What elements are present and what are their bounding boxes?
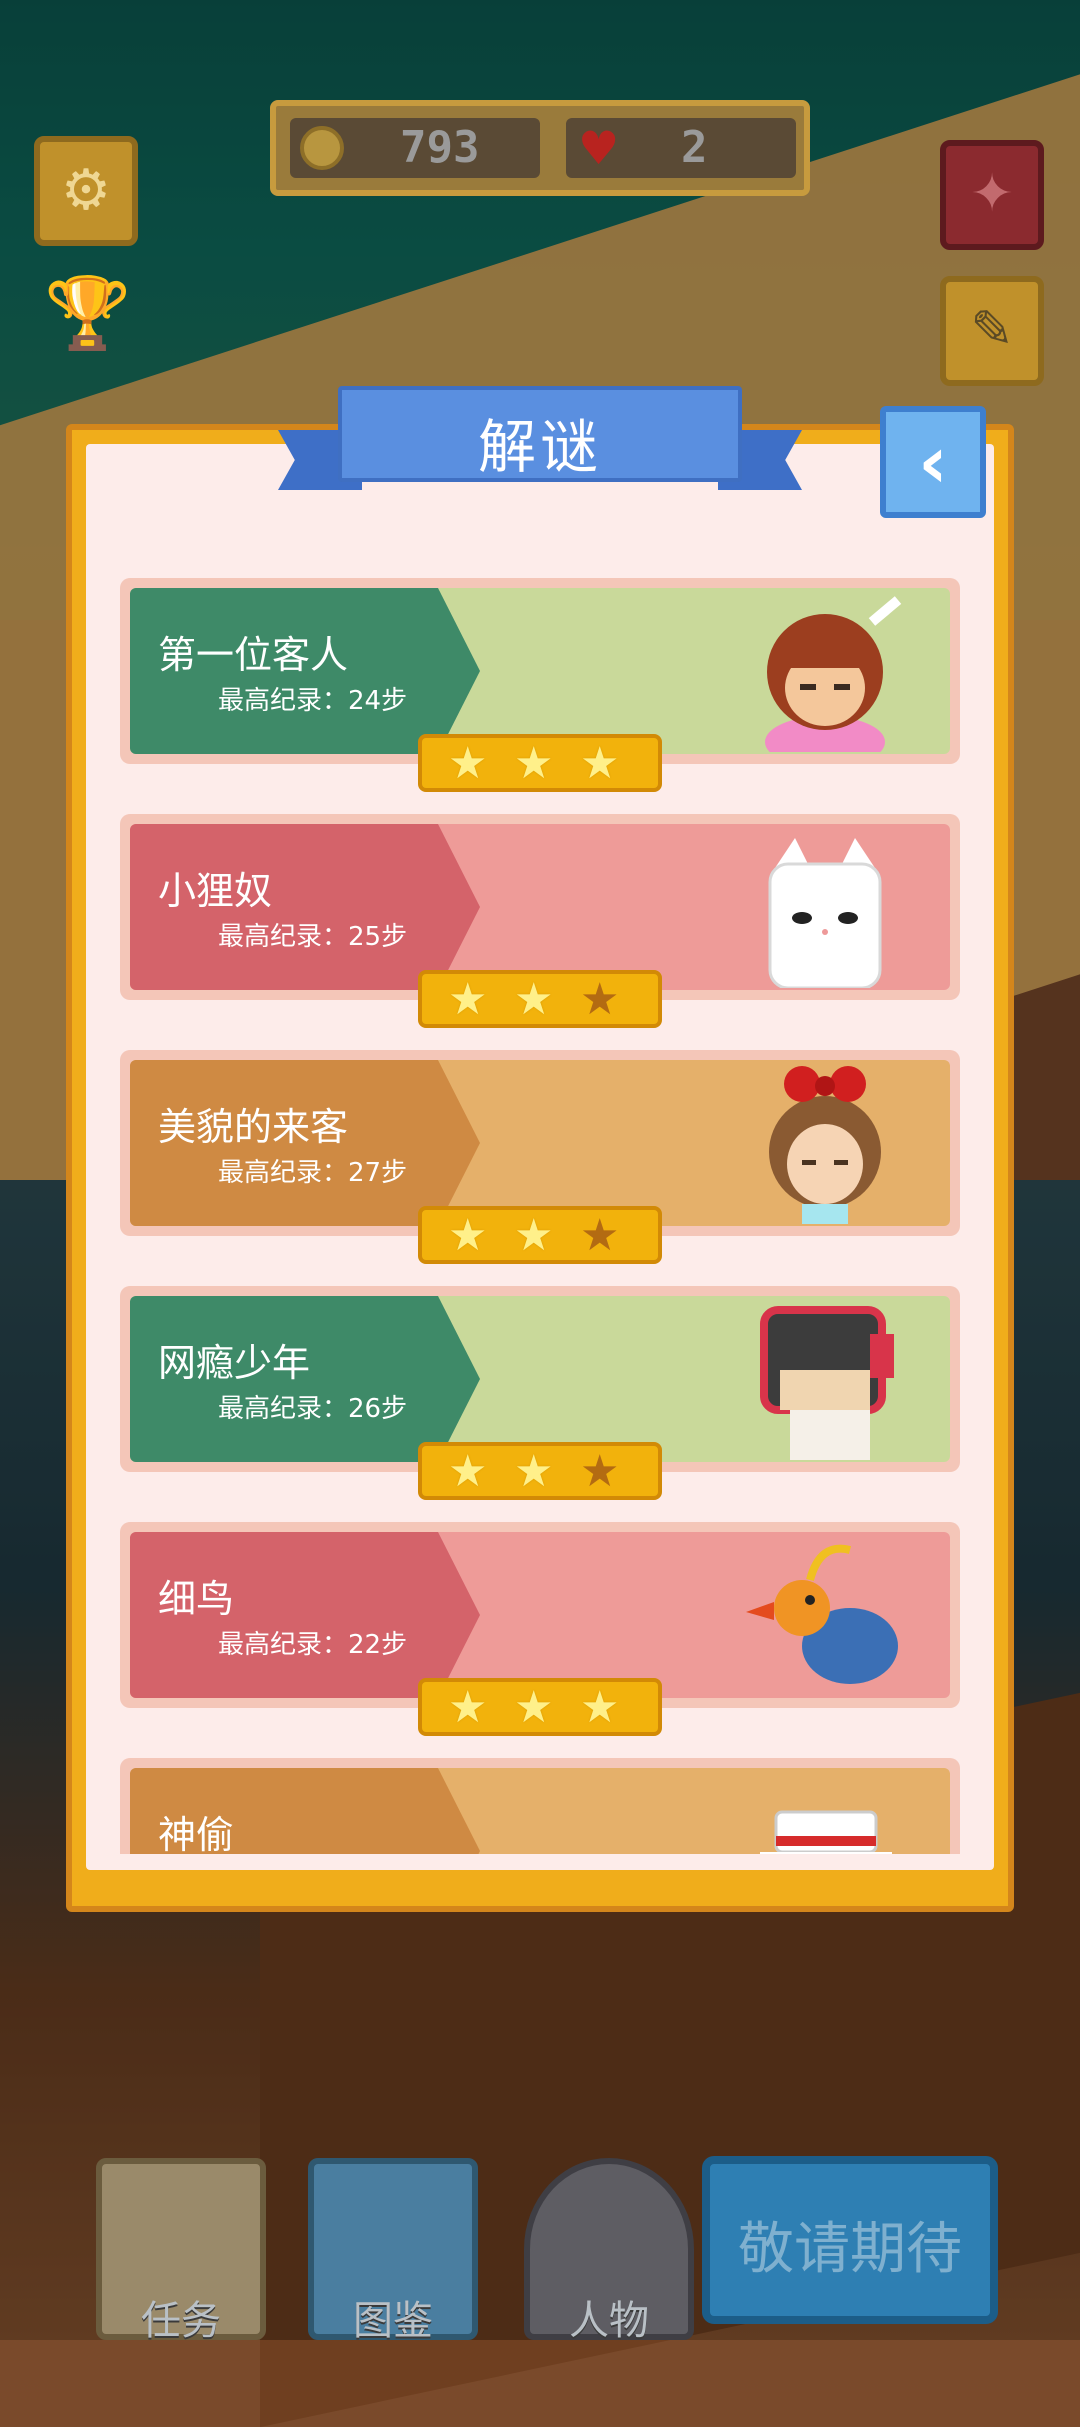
star-icon: ★ xyxy=(580,738,620,789)
star-icon: ★ xyxy=(514,1682,554,1733)
chevron-left-icon: ‹ xyxy=(918,420,948,504)
coin-counter: 793 xyxy=(290,118,540,178)
star-icon: ★ xyxy=(580,1446,620,1497)
level-name: 细鸟 xyxy=(158,1577,235,1621)
coin-icon xyxy=(300,126,344,170)
level-record: 最高纪录：24步 xyxy=(218,686,408,716)
level-name: 网瘾少年 xyxy=(158,1341,311,1385)
coming-soon-label: 敬请期待 xyxy=(738,2217,962,2282)
star-icon: ★ xyxy=(514,738,554,789)
cat-portrait xyxy=(768,838,882,988)
level-card[interactable]: 细鸟 最高纪录：22步 ★ ★ ★ xyxy=(120,1522,960,1736)
star-icon: ★ xyxy=(448,974,488,1025)
lives-counter: ♥ 2 xyxy=(566,118,796,178)
coin-count: 793 xyxy=(400,122,480,173)
title-ribbon: 解谜 xyxy=(338,386,742,482)
back-button[interactable]: ‹ xyxy=(880,406,986,518)
brush-icon: ✎ xyxy=(970,300,1014,360)
level-card[interactable]: 网瘾少年 最高纪录：26步 ★ ★ ★ xyxy=(120,1286,960,1500)
resource-bar: 793 ♥ 2 xyxy=(270,100,810,196)
coming-soon-button[interactable]: 敬请期待 xyxy=(702,2156,998,2324)
level-card[interactable]: 美貌的来客 最高纪录：27步 ★ ★ ★ xyxy=(120,1050,960,1264)
level-card[interactable]: 神偷 xyxy=(120,1758,960,1854)
level-card[interactable]: 第一位客人 最高纪录：24步 ★ ★ ★ xyxy=(120,578,960,792)
star-icon: ★ xyxy=(514,1446,554,1497)
customer-portrait xyxy=(765,596,902,752)
level-list[interactable]: 第一位客人 最高纪录：24步 ★ ★ ★ 小狸奴 最高纪录：25步 ★ ★ ★ … xyxy=(120,578,960,1854)
trophy-icon[interactable]: 🏆 xyxy=(44,272,131,355)
star-icon: ★ xyxy=(514,974,554,1025)
star-icon: ★ xyxy=(514,1210,554,1261)
star-rating: ★ ★ ★ xyxy=(418,1206,662,1264)
gear-icon: ⚙ xyxy=(60,158,112,223)
hint-button[interactable]: ✦ xyxy=(940,140,1044,250)
bottom-navigation: 任务 图鉴 人物 敬请期待 xyxy=(62,2156,1022,2348)
level-name: 神偷 xyxy=(158,1813,235,1854)
star-icon: ★ xyxy=(448,1446,488,1497)
lives-count: 2 xyxy=(681,122,708,173)
codex-label: 图鉴 xyxy=(353,2298,433,2344)
star-icon: ★ xyxy=(448,738,488,789)
level-name: 小狸奴 xyxy=(158,869,273,913)
characters-label: 人物 xyxy=(569,2298,649,2344)
star-rating: ★ ★ ★ xyxy=(418,970,662,1028)
gamer-portrait xyxy=(760,1306,894,1460)
star-icon: ★ xyxy=(448,1210,488,1261)
level-record: 最高纪录：27步 xyxy=(218,1158,408,1188)
star-rating: ★ ★ ★ xyxy=(418,1678,662,1736)
level-name: 第一位客人 xyxy=(158,633,349,677)
heart-icon: ♥ xyxy=(578,121,620,175)
decorate-button[interactable]: ✎ xyxy=(940,276,1044,386)
star-rating: ★ ★ ★ xyxy=(418,1442,662,1500)
codex-button[interactable]: 图鉴 xyxy=(308,2158,478,2344)
tasks-label: 任务 xyxy=(141,2298,221,2344)
level-record: 最高纪录：26步 xyxy=(218,1394,408,1424)
star-icon: ★ xyxy=(580,1210,620,1261)
star-icon: ★ xyxy=(580,1682,620,1733)
level-record: 最高纪录：25步 xyxy=(218,922,408,952)
star-icon: ★ xyxy=(580,974,620,1025)
panel-title: 解谜 xyxy=(477,413,602,481)
settings-button[interactable]: ⚙ xyxy=(34,136,138,246)
thief-portrait xyxy=(760,1810,892,1854)
star-rating: ★ ★ ★ xyxy=(418,734,662,792)
bird-portrait xyxy=(746,1544,898,1684)
characters-button[interactable]: 人物 xyxy=(524,2158,694,2344)
level-name: 美貌的来客 xyxy=(158,1105,349,1149)
level-record: 最高纪录：22步 xyxy=(218,1630,408,1660)
lightbulb-icon: ✦ xyxy=(970,164,1014,224)
lady-portrait xyxy=(769,1066,881,1224)
star-icon: ★ xyxy=(448,1682,488,1733)
level-card[interactable]: 小狸奴 最高纪录：25步 ★ ★ ★ xyxy=(120,814,960,1028)
tasks-button[interactable]: 任务 xyxy=(96,2158,266,2344)
